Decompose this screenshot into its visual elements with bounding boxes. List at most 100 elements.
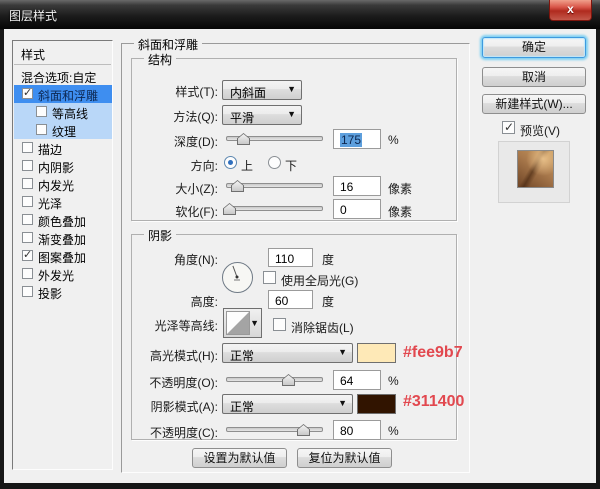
divider [14, 64, 111, 65]
sidebar-item-label: 内阴影 [38, 159, 74, 176]
sidebar-item-texture[interactable]: 纹理 [14, 121, 112, 139]
highlight-opacity-field[interactable]: 64 [333, 370, 381, 390]
checkbox-icon[interactable] [22, 196, 33, 207]
global-light-label: 使用全局光(G) [281, 272, 358, 289]
size-value: 16 [340, 180, 353, 194]
sidebar-item-pattern-overlay[interactable]: 图案叠加 [14, 247, 112, 265]
soften-field[interactable]: 0 [333, 199, 381, 219]
angle-pointer-icon [223, 263, 252, 292]
sidebar-item-bevel-emboss[interactable]: 斜面和浮雕 [14, 85, 112, 103]
shadow-opacity-value: 80 [340, 424, 353, 438]
contour-thumbnail-icon [226, 311, 250, 335]
gloss-contour-picker[interactable]: ▼ [223, 308, 262, 338]
sidebar-item-label: 斜面和浮雕 [38, 87, 98, 104]
depth-value: 175 [340, 133, 362, 147]
direction-down-radio[interactable] [268, 156, 281, 169]
preview-checkbox[interactable] [502, 121, 515, 134]
shadow-opacity-field[interactable]: 80 [333, 420, 381, 440]
sidebar-item-outer-glow[interactable]: 外发光 [14, 265, 112, 283]
sidebar-item-satin[interactable]: 光泽 [14, 193, 112, 211]
sidebar-item-label: 纹理 [52, 123, 76, 140]
checkbox-icon[interactable] [22, 178, 33, 189]
sidebar-item-label: 渐变叠加 [38, 231, 86, 248]
sidebar-item-label: 图案叠加 [38, 249, 86, 266]
shadow-mode-label: 阴影模式(A): [130, 398, 218, 415]
highlight-mode-dropdown[interactable]: 正常 ▼ [222, 343, 353, 363]
sidebar-item-label: 投影 [38, 285, 62, 302]
new-style-button[interactable]: 新建样式(W)... [482, 94, 586, 114]
cancel-button[interactable]: 取消 [482, 67, 586, 87]
sidebar-item-contour[interactable]: 等高线 [14, 103, 112, 121]
altitude-field[interactable]: 60 [268, 290, 313, 309]
highlight-opacity-unit: % [388, 374, 399, 388]
style-dropdown[interactable]: 内斜面 ▼ [222, 80, 302, 100]
sidebar-item-gradient-overlay[interactable]: 渐变叠加 [14, 229, 112, 247]
checkbox-icon[interactable] [22, 250, 33, 261]
shadow-opacity-label: 不透明度(C): [130, 424, 218, 441]
sidebar-item-inner-glow[interactable]: 内发光 [14, 175, 112, 193]
title-bar[interactable]: 图层样式 x [0, 0, 600, 29]
checkbox-icon[interactable] [22, 214, 33, 225]
close-button[interactable]: x [549, 0, 592, 21]
checkbox-icon[interactable] [36, 124, 47, 135]
highlight-opacity-slider[interactable] [226, 377, 323, 382]
reset-default-button[interactable]: 复位为默认值 [297, 448, 392, 468]
sidebar-item-drop-shadow[interactable]: 投影 [14, 283, 112, 301]
checkbox-icon[interactable] [22, 286, 33, 297]
checkbox-icon[interactable] [22, 142, 33, 153]
highlight-color-swatch[interactable] [357, 343, 396, 363]
angle-label: 角度(N): [130, 251, 218, 268]
size-unit: 像素 [388, 180, 412, 197]
sidebar-item-blending-options[interactable]: 混合选项:自定 [14, 67, 112, 85]
sidebar-item-inner-shadow[interactable]: 内阴影 [14, 157, 112, 175]
structure-group-title: 结构 [144, 51, 176, 68]
angle-field[interactable]: 110 [268, 248, 313, 267]
size-label: 大小(Z): [130, 180, 218, 197]
shadow-mode-value: 正常 [230, 398, 254, 415]
altitude-value: 60 [275, 294, 288, 308]
checkbox-icon[interactable] [22, 268, 33, 279]
highlight-mode-label: 高光模式(H): [130, 347, 218, 364]
checkbox-icon[interactable] [22, 88, 33, 99]
styles-list: 样式 混合选项:自定 斜面和浮雕 等高线 纹理 描边 内阴影 内发光 [12, 40, 113, 470]
sidebar-item-label: 等高线 [52, 105, 88, 122]
direction-up-radio[interactable] [224, 156, 237, 169]
chevron-down-icon: ▼ [287, 109, 296, 119]
sidebar-item-label: 内发光 [38, 177, 74, 194]
shadow-color-swatch[interactable] [357, 394, 396, 414]
style-dropdown-value: 内斜面 [230, 84, 266, 101]
preview-label: 预览(V) [520, 122, 560, 139]
global-light-checkbox[interactable] [263, 271, 276, 284]
highlight-opacity-label: 不透明度(O): [130, 374, 218, 391]
shadow-mode-dropdown[interactable]: 正常 ▼ [222, 394, 353, 414]
chevron-down-icon: ▼ [250, 318, 259, 328]
angle-dial[interactable] [222, 262, 253, 293]
shadow-hex-annotation: #311400 [403, 393, 464, 411]
angle-value: 110 [275, 252, 294, 266]
technique-dropdown[interactable]: 平滑 ▼ [222, 105, 302, 125]
ok-button[interactable]: 确定 [482, 37, 586, 58]
anti-alias-label: 消除锯齿(L) [291, 319, 354, 336]
size-field[interactable]: 16 [333, 176, 381, 196]
altitude-label: 高度: [130, 293, 218, 310]
technique-label: 方法(Q): [130, 108, 218, 125]
styles-list-header: 样式 [21, 46, 45, 63]
gloss-contour-label: 光泽等高线: [130, 317, 218, 334]
chevron-down-icon: ▼ [338, 398, 347, 408]
sidebar-item-color-overlay[interactable]: 颜色叠加 [14, 211, 112, 229]
sidebar-item-stroke[interactable]: 描边 [14, 139, 112, 157]
shading-group-title: 阴影 [144, 227, 176, 244]
soften-value: 0 [340, 203, 347, 217]
checkbox-icon[interactable] [36, 106, 47, 117]
soften-slider[interactable] [226, 206, 323, 211]
sidebar-item-label: 颜色叠加 [38, 213, 86, 230]
depth-field[interactable]: 175 [333, 129, 381, 149]
anti-alias-checkbox[interactable] [273, 318, 286, 331]
checkbox-icon[interactable] [22, 232, 33, 243]
depth-unit: % [388, 133, 399, 147]
highlight-opacity-value: 64 [340, 374, 353, 388]
checkbox-icon[interactable] [22, 160, 33, 171]
preview-thumbnail-image [517, 150, 554, 188]
style-label: 样式(T): [130, 83, 218, 100]
set-default-button[interactable]: 设置为默认值 [192, 448, 287, 468]
